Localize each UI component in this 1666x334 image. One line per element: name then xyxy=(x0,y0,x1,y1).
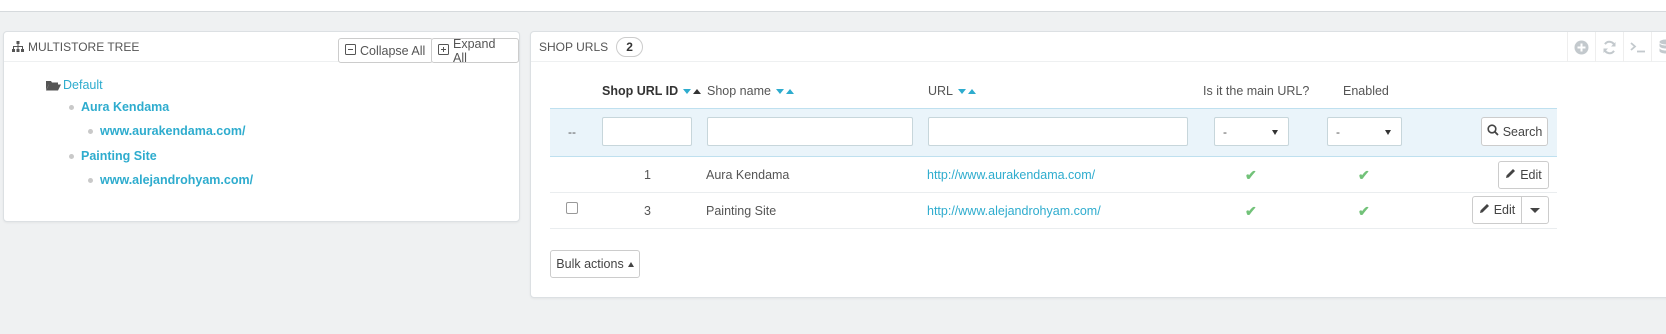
tree-node-default[interactable]: Default xyxy=(63,78,103,92)
edit-label: Edit xyxy=(1493,203,1516,217)
shop-name: Aura Kendama xyxy=(706,168,790,182)
sort-asc-icon[interactable] xyxy=(968,88,977,94)
refresh-icon[interactable] xyxy=(1595,32,1623,62)
edit-label: Edit xyxy=(1520,168,1542,182)
col-header-label: Enabled xyxy=(1343,84,1389,98)
minus-square-icon xyxy=(345,43,356,58)
collapse-all-label: Collapse All xyxy=(360,43,426,58)
multistore-tree-panel: MULTISTORE TREE Collapse All Expand All … xyxy=(3,31,520,222)
filter-shop-url-id-input[interactable] xyxy=(602,117,692,146)
tree-node-shop[interactable]: Aura Kendama xyxy=(81,100,169,114)
table-row[interactable]: 1 Aura Kendama http://www.aurakendama.co… xyxy=(550,157,1557,193)
tree-bullet xyxy=(69,154,74,159)
plus-square-icon xyxy=(438,43,449,58)
edit-button[interactable]: Edit xyxy=(1472,196,1522,224)
filter-enabled-select[interactable]: - xyxy=(1327,117,1402,146)
edit-button[interactable]: Edit xyxy=(1498,161,1549,189)
search-label: Search xyxy=(1502,124,1543,139)
shop-urls-panel: SHOP URLS 2 Shop URL ID Shop name URL Is… xyxy=(530,31,1666,298)
sort-desc-icon[interactable] xyxy=(775,88,784,94)
enabled-check-icon[interactable]: ✔ xyxy=(1358,157,1370,193)
row-checkbox[interactable] xyxy=(566,190,578,226)
col-header-label: Shop URL ID xyxy=(602,84,679,98)
caret-down-icon xyxy=(1530,207,1540,213)
tree-bullet xyxy=(88,178,93,183)
url-count-badge: 2 xyxy=(616,36,644,57)
caret-up-icon xyxy=(627,261,634,267)
collapse-all-button[interactable]: Collapse All xyxy=(338,38,434,63)
col-header-enabled: Enabled xyxy=(1343,84,1389,98)
sort-asc-icon[interactable] xyxy=(785,88,794,94)
col-header-label: Shop name xyxy=(707,84,771,98)
filter-main-url-select[interactable]: - xyxy=(1214,117,1289,146)
col-header-main-url: Is it the main URL? xyxy=(1203,84,1309,98)
sort-desc-icon[interactable] xyxy=(683,88,692,94)
select-value: - xyxy=(1223,124,1227,139)
expand-all-button[interactable]: Expand All xyxy=(431,36,519,65)
col-header-url[interactable]: URL xyxy=(928,84,977,98)
shop-name: Painting Site xyxy=(706,204,777,218)
main-url-check-icon[interactable]: ✔ xyxy=(1245,157,1257,193)
pencil-icon xyxy=(1479,203,1490,217)
search-icon xyxy=(1487,124,1499,139)
table-row[interactable]: 3 Painting Site http://www.alejandrohyam… xyxy=(550,193,1557,229)
select-value: - xyxy=(1336,124,1340,139)
expand-all-label: Expand All xyxy=(453,36,496,65)
sort-desc-icon[interactable] xyxy=(958,88,967,94)
filter-url-input[interactable] xyxy=(928,117,1188,146)
sort-asc-icon[interactable] xyxy=(693,88,702,94)
multistore-tree-header: MULTISTORE TREE Collapse All Expand All xyxy=(4,32,519,65)
shop-url-id: 1 xyxy=(644,168,651,182)
caret-down-icon xyxy=(1385,130,1391,135)
tree-node-shop[interactable]: Painting Site xyxy=(81,149,157,163)
top-bar xyxy=(0,0,1666,12)
main-url-check-icon[interactable]: ✔ xyxy=(1245,193,1257,229)
folder-open-icon xyxy=(46,79,61,94)
shop-url-link[interactable]: http://www.aurakendama.com/ xyxy=(927,157,1095,193)
bulk-actions-label: Bulk actions xyxy=(556,257,624,271)
tree-node-url[interactable]: www.aurakendama.com/ xyxy=(100,124,245,138)
col-header-shop-url-id[interactable]: Shop URL ID xyxy=(602,84,702,98)
tree-node-url[interactable]: www.alejandrohyam.com/ xyxy=(100,173,253,187)
shop-url-link[interactable]: http://www.alejandrohyam.com/ xyxy=(927,193,1101,229)
database-icon[interactable] xyxy=(1651,32,1666,62)
toolbar xyxy=(1567,32,1666,62)
shop-url-id: 3 xyxy=(644,204,651,218)
bulk-actions-button[interactable]: Bulk actions xyxy=(550,250,640,278)
col-header-label: URL xyxy=(928,84,954,98)
tree-bullet xyxy=(69,105,74,110)
pencil-icon xyxy=(1505,168,1516,182)
sql-query-icon[interactable] xyxy=(1623,32,1651,62)
shop-urls-header: SHOP URLS 2 xyxy=(531,32,1666,62)
filter-row: -- - - Search xyxy=(550,108,1557,157)
filter-shop-name-input[interactable] xyxy=(707,117,913,146)
multistore-tree-title: MULTISTORE TREE xyxy=(28,39,140,54)
tree-bullet xyxy=(88,129,93,134)
bulk-select-placeholder: -- xyxy=(568,125,576,139)
col-header-shop-name[interactable]: Shop name xyxy=(707,84,794,98)
caret-down-icon xyxy=(1272,130,1278,135)
search-button[interactable]: Search xyxy=(1481,117,1548,146)
checkbox[interactable] xyxy=(566,202,578,214)
col-header-label: Is it the main URL? xyxy=(1203,84,1310,98)
shop-urls-title: SHOP URLS xyxy=(539,39,609,54)
enabled-check-icon[interactable]: ✔ xyxy=(1358,193,1370,229)
add-new-icon[interactable] xyxy=(1567,32,1595,62)
row-actions-dropdown-button[interactable] xyxy=(1521,196,1549,224)
sitemap-icon xyxy=(12,41,24,52)
